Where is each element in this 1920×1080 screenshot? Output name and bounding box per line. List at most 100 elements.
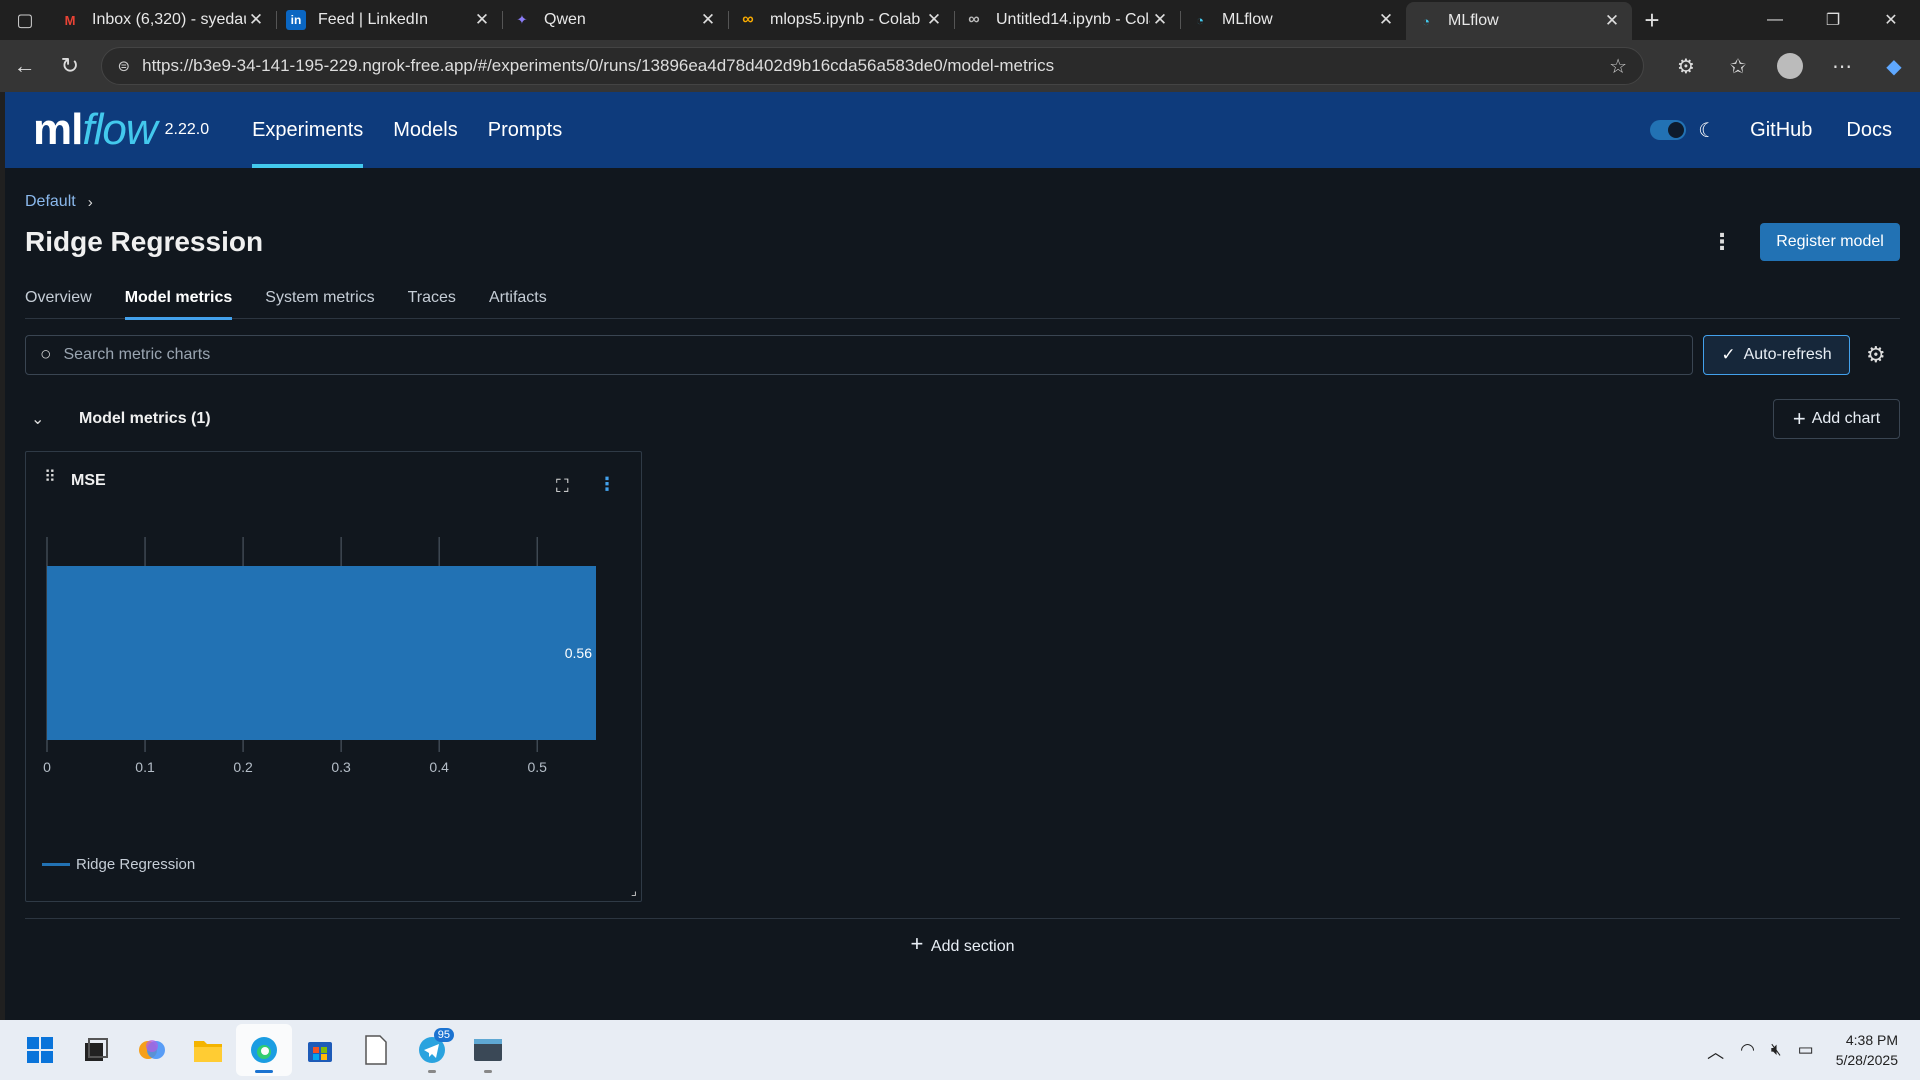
- close-icon[interactable]: ✕: [698, 10, 718, 30]
- x-tick-label: 0.4: [429, 759, 449, 775]
- profile-avatar-icon[interactable]: [1764, 46, 1816, 86]
- add-section-button[interactable]: + Add section: [25, 931, 1900, 957]
- tab-overview[interactable]: Overview: [25, 276, 92, 319]
- resize-handle-icon[interactable]: ⌟: [631, 883, 637, 899]
- tab-system-metrics[interactable]: System metrics: [265, 276, 374, 319]
- breadcrumb-separator-icon: ›: [87, 193, 93, 211]
- search-metric-charts-input[interactable]: ○ Search metric charts: [25, 335, 1693, 375]
- clock-date: 5/28/2025: [1835, 1052, 1898, 1068]
- run-tabs: Overview Model metrics System metrics Tr…: [25, 276, 1900, 320]
- close-icon[interactable]: ✕: [924, 10, 944, 30]
- chart-title: MSE: [71, 472, 106, 489]
- running-indicator: [484, 1070, 492, 1073]
- minimize-icon[interactable]: —: [1746, 0, 1804, 40]
- breadcrumb-experiment-link[interactable]: Default: [25, 193, 76, 211]
- wifi-icon[interactable]: ◠: [1740, 1040, 1755, 1060]
- browser-tab-active[interactable]: ◔ MLflow ✕: [1406, 2, 1632, 40]
- clock-time: 4:38 PM: [1845, 1032, 1898, 1048]
- browser-tab[interactable]: in Feed | LinkedIn ✕: [276, 0, 502, 40]
- x-tick-label: 0.5: [527, 759, 547, 775]
- close-icon[interactable]: ✕: [1602, 11, 1622, 31]
- gear-icon[interactable]: ⚙: [1866, 342, 1886, 368]
- favorite-star-icon[interactable]: ☆: [1609, 54, 1627, 79]
- more-options-icon[interactable]: ⋯: [1816, 46, 1868, 86]
- tab-model-metrics[interactable]: Model metrics: [124, 276, 232, 320]
- docs-link[interactable]: Docs: [1846, 119, 1892, 142]
- page-title: Ridge Regression: [25, 226, 264, 257]
- drag-handle-icon[interactable]: ⠿: [44, 470, 57, 486]
- add-chart-button[interactable]: + Add chart: [1773, 399, 1900, 439]
- tab-artifacts[interactable]: Artifacts: [489, 276, 547, 319]
- notification-badge: 95: [433, 1028, 454, 1042]
- x-tick-label: 0.3: [331, 759, 351, 775]
- github-link[interactable]: GitHub: [1750, 119, 1812, 142]
- new-tab-button[interactable]: +: [1632, 5, 1672, 36]
- mlflow-icon: ◔: [1422, 13, 1430, 29]
- logo-ml: ml: [33, 105, 83, 154]
- data-label: 0.56: [565, 645, 592, 661]
- auto-refresh-button[interactable]: ✓ Auto-refresh: [1703, 335, 1850, 375]
- copilot-icon[interactable]: [124, 1024, 180, 1076]
- chevron-down-icon[interactable]: ⌄: [31, 409, 63, 429]
- battery-icon[interactable]: ▭: [1798, 1040, 1814, 1060]
- url-field[interactable]: ⊜ https://b3e9-34-141-195-229.ngrok-free…: [100, 47, 1644, 85]
- mlflow-app: ml flow 2.22.0 Experiments Models Prompts…: [5, 92, 1920, 1020]
- x-tick-label: 0.1: [135, 759, 155, 775]
- legend-swatch: [42, 863, 70, 866]
- tab-traces[interactable]: Traces: [408, 276, 456, 319]
- tab-title: mlops5.ipynb - Colab: [770, 11, 921, 28]
- close-icon[interactable]: ✕: [1150, 10, 1170, 30]
- run-menu-icon[interactable]: ⋮: [1711, 229, 1733, 255]
- task-view-icon[interactable]: [68, 1024, 124, 1076]
- tab-actions-icon[interactable]: ▢: [0, 0, 50, 40]
- volume-muted-icon[interactable]: 🔇︎: [1771, 1040, 1782, 1060]
- close-icon[interactable]: ✕: [1376, 10, 1396, 30]
- browser-tab[interactable]: ◔ MLflow ✕: [1180, 0, 1406, 40]
- close-icon[interactable]: ✕: [472, 10, 492, 30]
- app-header: ml flow 2.22.0 Experiments Models Prompts…: [5, 92, 1920, 168]
- mlflow-icon: ◔: [1196, 12, 1204, 28]
- legend-label: Ridge Regression: [76, 856, 196, 873]
- nav-models[interactable]: Models: [378, 92, 472, 168]
- restore-icon[interactable]: ❐: [1804, 0, 1862, 40]
- copilot-sidebar-icon[interactable]: ◆: [1868, 46, 1920, 86]
- bar: [47, 566, 596, 740]
- mlflow-logo[interactable]: ml flow: [33, 105, 158, 155]
- telegram-icon[interactable]: 95: [404, 1024, 460, 1076]
- start-icon[interactable]: [12, 1024, 68, 1076]
- theme-toggle[interactable]: [1650, 120, 1687, 140]
- extensions-icon[interactable]: ⚙: [1660, 46, 1712, 86]
- close-icon[interactable]: ✕: [246, 10, 266, 30]
- nav-prompts[interactable]: Prompts: [473, 92, 577, 168]
- add-section-label: Add section: [930, 938, 1015, 955]
- nav-experiments[interactable]: Experiments: [237, 92, 378, 168]
- clock[interactable]: 4:38 PM 5/28/2025: [1836, 1030, 1898, 1070]
- store-icon[interactable]: [292, 1024, 348, 1076]
- chevron-up-icon[interactable]: ︿: [1707, 1038, 1724, 1063]
- file-explorer-icon[interactable]: [180, 1024, 236, 1076]
- notepad-icon[interactable]: [348, 1024, 404, 1076]
- plus-icon: +: [910, 931, 924, 956]
- window-close-icon[interactable]: ✕: [1862, 0, 1920, 40]
- chart-menu-icon[interactable]: ⋮: [598, 474, 616, 495]
- favorites-icon[interactable]: ✩: [1712, 46, 1764, 86]
- terminal-icon[interactable]: [460, 1024, 516, 1076]
- back-icon[interactable]: ←: [2, 46, 47, 86]
- edge-icon[interactable]: [236, 1024, 292, 1076]
- browser-tab[interactable]: ∞ Untitled14.ipynb - Cola ✕: [954, 0, 1180, 40]
- site-info-icon[interactable]: ⊜: [118, 57, 131, 75]
- browser-tab[interactable]: ✦ Qwen ✕: [502, 0, 728, 40]
- run-page: Default › Ridge Regression ⋮ Register mo…: [5, 192, 1920, 957]
- browser-tab[interactable]: ∞ mlops5.ipynb - Colab ✕: [728, 0, 954, 40]
- browser-tab[interactable]: M Inbox (6,320) - syedaus ✕: [50, 0, 276, 40]
- colab-icon: ∞: [742, 11, 754, 28]
- tab-title: MLflow: [1222, 11, 1273, 28]
- plus-icon: +: [1792, 406, 1806, 431]
- reload-icon[interactable]: ↻: [47, 46, 92, 86]
- fullscreen-icon[interactable]: ⛶: [556, 476, 569, 497]
- breadcrumb: Default ›: [25, 192, 1900, 212]
- system-tray: ︿ ◠ 🔇︎ ▭ 4:38 PM 5/28/2025: [1691, 1020, 1920, 1080]
- register-model-button[interactable]: Register model: [1760, 223, 1900, 261]
- metric-chart-card: 0 0.1 0.2 0.3 0.4 0.5 0.56 ⠿ MSE ⛶ ⋮ Ridge Reg…: [25, 451, 642, 902]
- url-text: https://b3e9-34-141-195-229.ngrok-free.a…: [142, 56, 1055, 75]
